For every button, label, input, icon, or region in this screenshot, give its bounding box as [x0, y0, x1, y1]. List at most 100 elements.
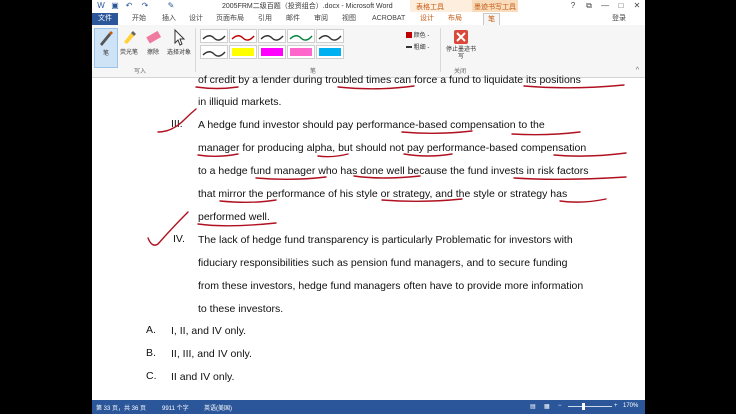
minimize-button[interactable]: — — [598, 0, 612, 12]
ribbon-tabs: 文件 开始 插入 设计 页面布局 引用 邮件 审阅 视图 ACROBAT 设计 … — [92, 12, 645, 26]
doc-line: from these investors, hedge fund manager… — [198, 280, 584, 292]
ribbon: 笔 荧光笔 擦除 选择对象 写入 笔 颜色 - 粗细 - 停止墨迹书写 关闭 ^ — [92, 25, 645, 78]
stop-inking-label: 停止墨迹书写 — [446, 47, 477, 60]
ink-underline — [511, 131, 581, 136]
pen-stroke-icon — [289, 35, 313, 41]
doc-line: in illiquid markets. — [198, 96, 282, 108]
pen-stroke-icon — [202, 51, 226, 57]
doc-line: performed well. — [198, 211, 270, 223]
undo-icon[interactable]: ↶ — [124, 1, 134, 11]
tab-acrobat[interactable]: ACROBAT — [372, 13, 405, 25]
pen-style-option[interactable] — [200, 45, 228, 59]
status-bar: 第 33 页，共 36 页 9911 个字 英语(美国) ▤ ▦ − + 170… — [92, 400, 645, 414]
ribbon-display-icon[interactable]: ⧉ — [582, 0, 596, 12]
tab-table-design[interactable]: 设计 — [420, 13, 434, 25]
title-bar: W ▣ ↶ ↷ ✎ 2005FRM二级百题（投资组合）.docx - Micro… — [92, 0, 645, 12]
pen-stroke-icon — [318, 35, 342, 41]
highlighter-icon — [124, 31, 136, 44]
stop-inking-button[interactable]: 停止墨迹书写 — [446, 28, 476, 61]
pen-stroke-icon — [260, 35, 284, 41]
word-count[interactable]: 9911 个字 — [162, 403, 189, 412]
doc-line: to a hedge fund manager who has done wel… — [198, 165, 589, 177]
select-objects-button[interactable]: 选择对象 — [166, 28, 192, 56]
pen-icon — [100, 31, 113, 46]
word-window: W ▣ ↶ ↷ ✎ 2005FRM二级百题（投资组合）.docx - Micro… — [92, 0, 645, 414]
language-indicator[interactable]: 英语(美国) — [204, 403, 232, 412]
pen-quick-icon[interactable]: ✎ — [166, 1, 176, 11]
eraser-tool-label: 擦除 — [146, 50, 159, 56]
redo-icon[interactable]: ↷ — [140, 1, 150, 11]
thickness-dropdown[interactable]: 粗细 - — [406, 42, 429, 51]
option-text: II, III, and IV only. — [171, 348, 252, 360]
zoom-out-icon[interactable]: − — [558, 403, 562, 409]
pen-style-option[interactable] — [316, 29, 344, 43]
option-text: I, II, and IV only. — [171, 325, 247, 337]
close-button[interactable]: ✕ — [630, 0, 644, 12]
group-separator — [195, 28, 196, 72]
tab-design[interactable]: 设计 — [189, 13, 203, 25]
pen-style-option[interactable] — [258, 29, 286, 43]
highlighter-swatch — [319, 48, 341, 56]
pen-tool-button[interactable]: 笔 — [94, 28, 118, 68]
print-layout-icon[interactable]: ▦ — [544, 403, 550, 410]
roman-numeral-iii: III. — [171, 118, 183, 130]
zoom-slider-thumb[interactable] — [582, 403, 585, 410]
login-link[interactable]: 登录 — [612, 13, 626, 25]
pen-style-option[interactable] — [229, 45, 257, 59]
cursor-icon — [174, 28, 186, 46]
eraser-icon — [146, 30, 162, 44]
tab-references[interactable]: 引用 — [258, 13, 272, 25]
collapse-ribbon-icon[interactable]: ^ — [636, 67, 639, 74]
thickness-icon — [406, 46, 412, 49]
doc-line: fiduciary responsibilities such as pensi… — [198, 257, 568, 269]
doc-line: The lack of hedge fund transparency is p… — [198, 234, 573, 246]
tab-review[interactable]: 审阅 — [314, 13, 328, 25]
pen-style-option[interactable] — [316, 45, 344, 59]
option-letter: A. — [146, 324, 156, 336]
color-swatch-icon — [406, 32, 412, 39]
page-count[interactable]: 第 33 页，共 36 页 — [96, 403, 146, 412]
doc-line: of credit by a lender during troubled ti… — [198, 74, 581, 86]
color-dropdown[interactable]: 颜色 - — [406, 30, 429, 39]
tab-page-layout[interactable]: 页面布局 — [216, 13, 244, 25]
tab-home[interactable]: 开始 — [132, 13, 146, 25]
ink-underline — [195, 86, 239, 90]
context-group-ink: 墨迹书写工具 — [474, 4, 516, 11]
stop-inking-icon — [454, 30, 468, 44]
pen-style-option[interactable] — [200, 29, 228, 43]
tab-mailings[interactable]: 邮件 — [286, 13, 300, 25]
tab-view[interactable]: 视图 — [342, 13, 356, 25]
tab-table-layout[interactable]: 布局 — [448, 13, 462, 25]
eraser-tool-button[interactable]: 擦除 — [142, 28, 164, 56]
save-icon[interactable]: ▣ — [110, 1, 120, 11]
zoom-slider[interactable] — [568, 406, 612, 407]
document-page[interactable]: of credit by a lender during troubled ti… — [92, 74, 645, 400]
option-letter: C. — [146, 370, 157, 382]
tab-file[interactable]: 文件 — [92, 13, 118, 25]
context-group-table: 表格工具 — [416, 4, 444, 11]
pen-stroke-icon — [202, 35, 226, 41]
doc-line: to these investors. — [198, 303, 284, 315]
highlighter-swatch — [290, 48, 312, 56]
pen-stroke-icon — [231, 35, 255, 41]
highlighter-tool-button[interactable]: 荧光笔 — [118, 28, 140, 56]
zoom-level[interactable]: 170% — [623, 403, 638, 409]
option-letter: B. — [146, 347, 156, 359]
pen-style-option[interactable] — [287, 29, 315, 43]
pen-tool-label: 笔 — [102, 51, 109, 57]
doc-line: A hedge fund investor should pay perform… — [198, 119, 545, 131]
thickness-label: 粗细 - — [413, 45, 430, 51]
roman-numeral-iv: IV. — [173, 233, 185, 245]
help-icon[interactable]: ? — [566, 0, 580, 12]
read-mode-icon[interactable]: ▤ — [530, 403, 536, 410]
pen-style-option[interactable] — [258, 45, 286, 59]
word-logo-icon: W — [97, 1, 105, 10]
pen-style-option[interactable] — [229, 29, 257, 43]
highlighter-tool-label: 荧光笔 — [119, 50, 138, 56]
pen-style-option[interactable] — [287, 45, 315, 59]
highlighter-swatch — [261, 48, 283, 56]
zoom-in-icon[interactable]: + — [614, 403, 618, 409]
doc-line: that mirror the performance of his style… — [198, 188, 568, 200]
maximize-button[interactable]: □ — [614, 0, 628, 12]
tab-insert[interactable]: 插入 — [162, 13, 176, 25]
